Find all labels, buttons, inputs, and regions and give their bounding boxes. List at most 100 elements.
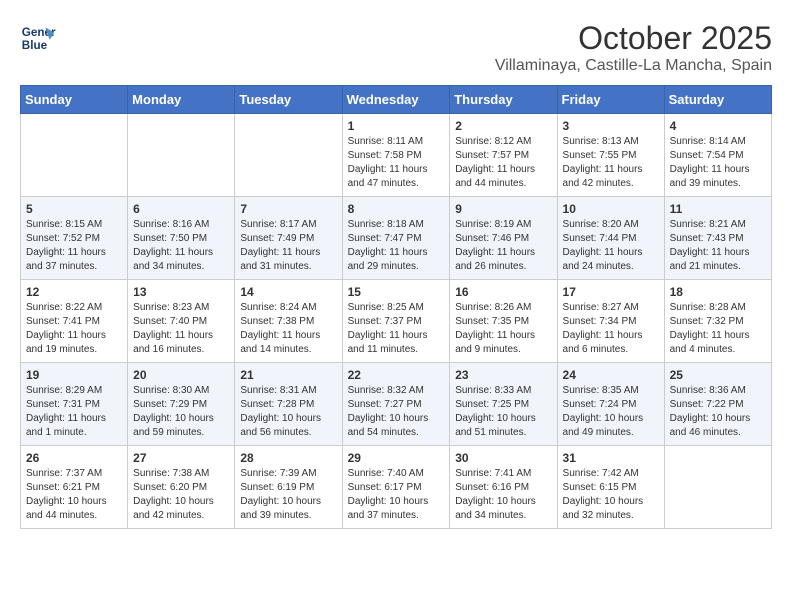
day-info: Sunrise: 8:13 AM Sunset: 7:55 PM Dayligh… (563, 135, 659, 191)
day-number: 21 (240, 368, 336, 382)
day-number: 12 (26, 285, 122, 299)
day-info: Sunrise: 8:27 AM Sunset: 7:34 PM Dayligh… (563, 301, 659, 357)
calendar-cell: 27 Sunrise: 7:38 AM Sunset: 6:20 PM Dayli… (128, 446, 235, 529)
day-number: 26 (26, 451, 122, 465)
day-info: Sunrise: 8:31 AM Sunset: 7:28 PM Dayligh… (240, 384, 336, 440)
calendar-cell: 25 Sunrise: 8:36 AM Sunset: 7:22 PM Dayli… (664, 363, 771, 446)
calendar-cell: 21 Sunrise: 8:31 AM Sunset: 7:28 PM Dayli… (235, 363, 342, 446)
weekday-header-sunday: Sunday (21, 86, 128, 114)
day-info: Sunrise: 7:37 AM Sunset: 6:21 PM Dayligh… (26, 467, 122, 523)
day-number: 22 (348, 368, 445, 382)
week-row-4: 19Sunrise: 8:29 AM Sunset: 7:31 PM Dayli… (21, 363, 772, 446)
calendar-cell: 13 Sunrise: 8:23 AM Sunset: 7:40 PM Dayli… (128, 280, 235, 363)
weekday-header-tuesday: Tuesday (235, 86, 342, 114)
calendar-cell (235, 114, 342, 197)
weekday-header-saturday: Saturday (664, 86, 771, 114)
calendar-cell: 3 Sunrise: 8:13 AM Sunset: 7:55 PM Daylig… (557, 114, 664, 197)
calendar-cell: 1 Sunrise: 8:11 AM Sunset: 7:58 PM Daylig… (342, 114, 450, 197)
weekday-header-monday: Monday (128, 86, 235, 114)
calendar-cell: 17 Sunrise: 8:27 AM Sunset: 7:34 PM Dayli… (557, 280, 664, 363)
day-info: Sunrise: 8:16 AM Sunset: 7:50 PM Dayligh… (133, 218, 229, 274)
calendar-cell: 6 Sunrise: 8:16 AM Sunset: 7:50 PM Daylig… (128, 197, 235, 280)
day-number: 17 (563, 285, 659, 299)
day-number: 4 (670, 119, 766, 133)
calendar-cell: 19Sunrise: 8:29 AM Sunset: 7:31 PM Dayli… (21, 363, 128, 446)
weekday-header-thursday: Thursday (450, 86, 557, 114)
day-number: 28 (240, 451, 336, 465)
calendar-cell: 24Sunrise: 8:35 AM Sunset: 7:24 PM Dayli… (557, 363, 664, 446)
day-info: Sunrise: 8:15 AM Sunset: 7:52 PM Dayligh… (26, 218, 122, 274)
day-info: Sunrise: 7:40 AM Sunset: 6:17 PM Dayligh… (348, 467, 445, 523)
calendar-cell: 23 Sunrise: 8:33 AM Sunset: 7:25 PM Dayli… (450, 363, 557, 446)
day-number: 20 (133, 368, 229, 382)
day-number: 7 (240, 202, 336, 216)
day-info: Sunrise: 8:19 AM Sunset: 7:46 PM Dayligh… (455, 218, 551, 274)
day-info: Sunrise: 8:20 AM Sunset: 7:44 PM Dayligh… (563, 218, 659, 274)
calendar-cell: 26 Sunrise: 7:37 AM Sunset: 6:21 PM Dayli… (21, 446, 128, 529)
calendar-cell: 8 Sunrise: 8:18 AM Sunset: 7:47 PM Daylig… (342, 197, 450, 280)
day-info: Sunrise: 8:22 AM Sunset: 7:41 PM Dayligh… (26, 301, 122, 357)
day-number: 13 (133, 285, 229, 299)
day-info: Sunrise: 8:28 AM Sunset: 7:32 PM Dayligh… (670, 301, 766, 357)
day-number: 18 (670, 285, 766, 299)
day-info: Sunrise: 8:23 AM Sunset: 7:40 PM Dayligh… (133, 301, 229, 357)
day-info: Sunrise: 7:38 AM Sunset: 6:20 PM Dayligh… (133, 467, 229, 523)
day-info: Sunrise: 8:12 AM Sunset: 7:57 PM Dayligh… (455, 135, 551, 191)
day-number: 16 (455, 285, 551, 299)
day-info: Sunrise: 8:18 AM Sunset: 7:47 PM Dayligh… (348, 218, 445, 274)
day-info: Sunrise: 8:14 AM Sunset: 7:54 PM Dayligh… (670, 135, 766, 191)
calendar-cell: 12 Sunrise: 8:22 AM Sunset: 7:41 PM Dayli… (21, 280, 128, 363)
calendar-cell: 20 Sunrise: 8:30 AM Sunset: 7:29 PM Dayli… (128, 363, 235, 446)
day-number: 31 (563, 451, 659, 465)
day-info: Sunrise: 8:25 AM Sunset: 7:37 PM Dayligh… (348, 301, 445, 357)
day-number: 29 (348, 451, 445, 465)
day-number: 30 (455, 451, 551, 465)
day-info: Sunrise: 7:39 AM Sunset: 6:19 PM Dayligh… (240, 467, 336, 523)
calendar-cell: 2 Sunrise: 8:12 AM Sunset: 7:57 PM Daylig… (450, 114, 557, 197)
calendar-cell: 22 Sunrise: 8:32 AM Sunset: 7:27 PM Dayli… (342, 363, 450, 446)
calendar-cell (664, 446, 771, 529)
day-info: Sunrise: 8:30 AM Sunset: 7:29 PM Dayligh… (133, 384, 229, 440)
day-number: 2 (455, 119, 551, 133)
day-number: 10 (563, 202, 659, 216)
calendar-cell: 29 Sunrise: 7:40 AM Sunset: 6:17 PM Dayli… (342, 446, 450, 529)
calendar-cell: 14 Sunrise: 8:24 AM Sunset: 7:38 PM Dayli… (235, 280, 342, 363)
day-info: Sunrise: 8:33 AM Sunset: 7:25 PM Dayligh… (455, 384, 551, 440)
location: Villaminaya, Castille-La Mancha, Spain (495, 57, 772, 75)
day-number: 24 (563, 368, 659, 382)
weekday-header-row: SundayMondayTuesdayWednesdayThursdayFrid… (21, 86, 772, 114)
calendar-cell: 31 Sunrise: 7:42 AM Sunset: 6:15 PM Dayli… (557, 446, 664, 529)
day-number: 27 (133, 451, 229, 465)
month-title: October 2025 (495, 20, 772, 57)
day-info: Sunrise: 7:42 AM Sunset: 6:15 PM Dayligh… (563, 467, 659, 523)
day-number: 11 (670, 202, 766, 216)
week-row-1: 1 Sunrise: 8:11 AM Sunset: 7:58 PM Daylig… (21, 114, 772, 197)
day-number: 3 (563, 119, 659, 133)
calendar-table: SundayMondayTuesdayWednesdayThursdayFrid… (20, 85, 772, 529)
calendar-cell: 28 Sunrise: 7:39 AM Sunset: 6:19 PM Dayli… (235, 446, 342, 529)
day-info: Sunrise: 8:32 AM Sunset: 7:27 PM Dayligh… (348, 384, 445, 440)
day-info: Sunrise: 8:36 AM Sunset: 7:22 PM Dayligh… (670, 384, 766, 440)
day-number: 15 (348, 285, 445, 299)
svg-text:Blue: Blue (22, 39, 48, 52)
calendar-cell: 18 Sunrise: 8:28 AM Sunset: 7:32 PM Dayli… (664, 280, 771, 363)
day-info: Sunrise: 8:29 AM Sunset: 7:31 PM Dayligh… (26, 384, 122, 440)
weekday-header-friday: Friday (557, 86, 664, 114)
logo: General Blue (20, 20, 56, 56)
calendar-cell: 16 Sunrise: 8:26 AM Sunset: 7:35 PM Dayli… (450, 280, 557, 363)
day-info: Sunrise: 8:11 AM Sunset: 7:58 PM Dayligh… (348, 135, 445, 191)
day-number: 9 (455, 202, 551, 216)
day-number: 23 (455, 368, 551, 382)
day-number: 25 (670, 368, 766, 382)
day-number: 14 (240, 285, 336, 299)
day-number: 6 (133, 202, 229, 216)
day-number: 8 (348, 202, 445, 216)
day-number: 1 (348, 119, 445, 133)
calendar-cell: 15 Sunrise: 8:25 AM Sunset: 7:37 PM Dayli… (342, 280, 450, 363)
page-header: General Blue October 2025 Villaminaya, C… (20, 20, 772, 75)
day-info: Sunrise: 8:24 AM Sunset: 7:38 PM Dayligh… (240, 301, 336, 357)
day-info: Sunrise: 8:26 AM Sunset: 7:35 PM Dayligh… (455, 301, 551, 357)
calendar-cell (128, 114, 235, 197)
week-row-2: 5Sunrise: 8:15 AM Sunset: 7:52 PM Daylig… (21, 197, 772, 280)
calendar-cell: 11Sunrise: 8:21 AM Sunset: 7:43 PM Dayli… (664, 197, 771, 280)
